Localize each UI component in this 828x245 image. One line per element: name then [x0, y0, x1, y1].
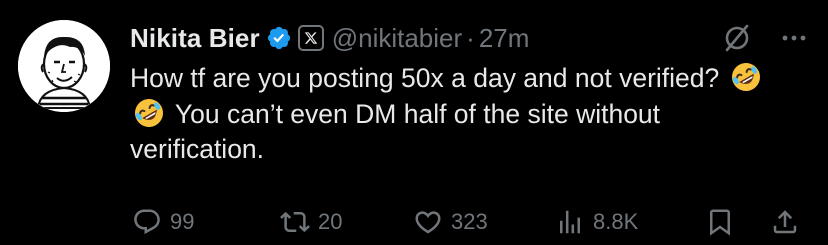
- share-icon: [770, 207, 800, 237]
- tweet-header: Nikita Bier @nikitabier · 27m: [130, 20, 808, 56]
- verified-badge-icon[interactable]: [266, 25, 292, 51]
- reply-count: 99: [170, 209, 195, 234]
- action-bar: 99 20 323 8.8K: [130, 204, 810, 240]
- header-actions: [720, 20, 808, 56]
- rolling-on-floor-laughing-emoji-icon: [729, 60, 763, 94]
- timestamp[interactable]: 27m: [479, 23, 530, 54]
- grok-icon[interactable]: [720, 21, 754, 55]
- views-icon: [555, 207, 585, 237]
- separator-dot: ·: [466, 22, 475, 53]
- like-icon: [413, 207, 443, 237]
- like-count: 323: [451, 209, 488, 234]
- repost-icon: [280, 207, 310, 237]
- avatar[interactable]: [18, 20, 110, 112]
- author-handle[interactable]: @nikitabier: [332, 23, 462, 54]
- views-count: 8.8K: [593, 209, 639, 234]
- tweet-text: How tf are you posting 50x a day and not…: [130, 60, 800, 167]
- reply-button[interactable]: 99: [132, 204, 194, 240]
- bookmark-button[interactable]: [705, 204, 735, 240]
- more-icon[interactable]: [780, 24, 808, 52]
- bookmark-icon: [705, 207, 735, 237]
- like-button[interactable]: 323: [413, 204, 488, 240]
- repost-count: 20: [318, 209, 343, 234]
- tweet[interactable]: Nikita Bier @nikitabier · 27m How tf are…: [0, 0, 828, 245]
- x-affiliation-icon[interactable]: [297, 25, 324, 51]
- reply-icon: [132, 207, 162, 237]
- views-button[interactable]: 8.8K: [555, 204, 638, 240]
- tweet-text-part-1: How tf are you posting 50x a day and not…: [130, 63, 720, 93]
- rolling-on-floor-laughing-emoji-icon: [132, 96, 166, 130]
- repost-button[interactable]: 20: [280, 204, 342, 240]
- tweet-text-part-2: You can’t even DM half of the site witho…: [130, 99, 661, 164]
- share-button[interactable]: [770, 204, 800, 240]
- author-name[interactable]: Nikita Bier: [130, 23, 260, 54]
